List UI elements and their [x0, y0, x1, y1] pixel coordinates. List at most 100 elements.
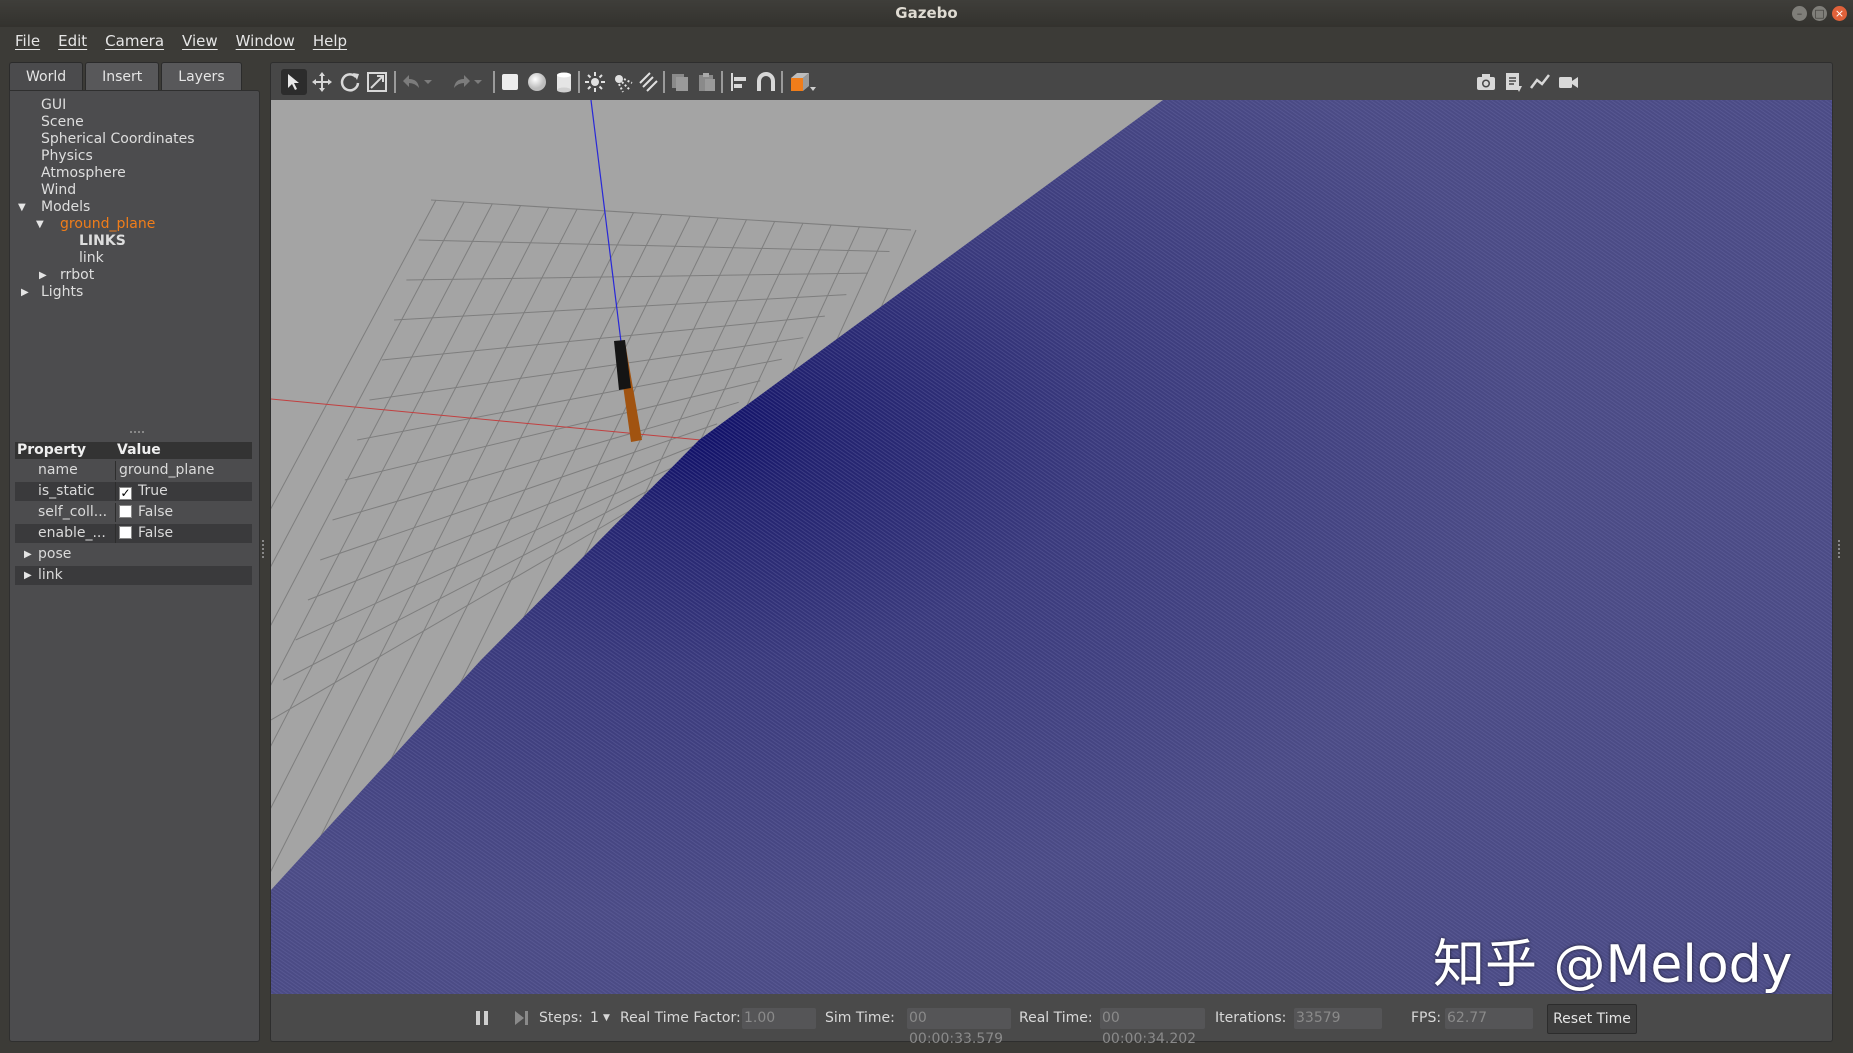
- view-angle-icon[interactable]: [786, 69, 818, 95]
- left-panel: World Insert Layers GUI Scene Spherical …: [9, 62, 260, 1042]
- title-bar: Gazebo – □ ×: [0, 0, 1853, 27]
- fps-field: 62.77: [1445, 1008, 1533, 1029]
- tree-item-physics[interactable]: Physics: [12, 148, 257, 165]
- scene-render: [271, 100, 1832, 994]
- log-icon[interactable]: [1500, 69, 1526, 95]
- window-title: Gazebo: [895, 4, 958, 22]
- property-value-cell: False: [115, 503, 252, 522]
- tree-item-label: rrbot: [60, 267, 95, 283]
- expand-right-icon[interactable]: ▶: [39, 267, 47, 284]
- iterations-field: 33579: [1294, 1008, 1382, 1029]
- redo-history-icon[interactable]: [471, 69, 485, 95]
- checkbox-icon[interactable]: [119, 526, 132, 539]
- maximize-icon[interactable]: □: [1812, 6, 1827, 21]
- property-section-link[interactable]: ▶ link: [15, 566, 252, 585]
- tree-item-label: Models: [41, 199, 91, 215]
- expand-down-icon[interactable]: ▼: [36, 216, 44, 233]
- close-icon[interactable]: ×: [1832, 6, 1847, 21]
- tree-item-link[interactable]: link: [12, 250, 257, 267]
- expand-down-icon[interactable]: ▼: [18, 199, 26, 216]
- toolbar: [270, 62, 1833, 100]
- property-name: is_static: [38, 483, 95, 499]
- watermark-text: 知乎 @Melody: [1433, 935, 1793, 994]
- cylinder-shape-icon[interactable]: [551, 69, 577, 95]
- step-icon[interactable]: [513, 994, 529, 1042]
- status-bar: Steps: 1 ▼ Real Time Factor: 1.00 Sim Ti…: [270, 994, 1833, 1047]
- tab-world[interactable]: World: [9, 62, 84, 90]
- menu-edit[interactable]: Edit: [55, 32, 90, 50]
- tree-item-label: Lights: [41, 284, 84, 300]
- steps-value[interactable]: 1: [590, 994, 599, 1042]
- expand-right-icon[interactable]: ▶: [24, 545, 32, 564]
- panel-resize-handle[interactable]: [130, 431, 144, 435]
- tree-item-label: link: [79, 250, 104, 266]
- reset-time-button[interactable]: Reset Time: [1547, 1004, 1637, 1034]
- menu-view[interactable]: View: [179, 32, 221, 50]
- rtf-label: Real Time Factor:: [620, 1010, 741, 1026]
- box-shape-icon[interactable]: [497, 69, 523, 95]
- header-value: Value: [117, 442, 161, 458]
- tab-insert[interactable]: Insert: [85, 62, 160, 90]
- splitter-handle[interactable]: [262, 540, 265, 558]
- select-mode-icon[interactable]: [281, 69, 307, 95]
- world-panel: GUI Scene Spherical Coordinates Physics …: [9, 90, 260, 1042]
- checkbox-icon[interactable]: [119, 505, 132, 518]
- tree-item-label: ground_plane: [60, 216, 156, 232]
- property-section-pose[interactable]: ▶ pose: [15, 545, 252, 564]
- section-label: pose: [38, 546, 72, 562]
- minimize-icon[interactable]: –: [1792, 6, 1807, 21]
- toolbar-separator: [721, 71, 723, 93]
- menu-window[interactable]: Window: [233, 32, 298, 50]
- tree-item-lights[interactable]: ▶ Lights: [12, 284, 257, 301]
- directional-light-icon[interactable]: [636, 69, 662, 95]
- tree-item-ground-plane[interactable]: ▼ ground_plane: [12, 216, 257, 233]
- property-table-header: Property Value: [15, 442, 252, 459]
- tree-item-rrbot[interactable]: ▶ rrbot: [12, 267, 257, 284]
- steps-dropdown-icon[interactable]: ▼: [603, 994, 610, 1042]
- tree-item-spherical-coordinates[interactable]: Spherical Coordinates: [12, 131, 257, 148]
- screenshot-icon[interactable]: [1473, 69, 1499, 95]
- checkbox-checked-icon[interactable]: ✓: [119, 487, 132, 500]
- snap-icon[interactable]: [753, 69, 779, 95]
- rotate-mode-icon[interactable]: [337, 69, 363, 95]
- expand-right-icon[interactable]: ▶: [24, 566, 32, 585]
- undo-history-icon[interactable]: [421, 69, 435, 95]
- toolbar-separator: [394, 71, 396, 93]
- tab-layers[interactable]: Layers: [161, 62, 242, 90]
- pause-icon[interactable]: [475, 994, 489, 1042]
- tree-item-atmosphere[interactable]: Atmosphere: [12, 165, 257, 182]
- expand-right-icon[interactable]: ▶: [21, 284, 29, 301]
- tree-item-wind[interactable]: Wind: [12, 182, 257, 199]
- align-icon[interactable]: [726, 69, 752, 95]
- point-light-icon[interactable]: [582, 69, 608, 95]
- spot-light-icon[interactable]: [609, 69, 635, 95]
- translate-mode-icon[interactable]: [309, 69, 335, 95]
- property-value-cell: False: [115, 524, 252, 543]
- toolbar-separator: [663, 71, 665, 93]
- scene-viewport[interactable]: 知乎 @Melody: [270, 100, 1833, 994]
- scale-mode-icon[interactable]: [364, 69, 390, 95]
- menu-file[interactable]: File: [12, 32, 43, 50]
- real-time-field: 00 00:00:34.202: [1100, 1008, 1205, 1047]
- tree-item-gui[interactable]: GUI: [12, 97, 257, 114]
- sim-time-field: 00 00:00:33.579: [907, 1008, 1011, 1047]
- world-tree: GUI Scene Spherical Coordinates Physics …: [12, 97, 257, 301]
- menu-bar: File Edit Camera View Window Help: [0, 27, 1853, 55]
- splitter-handle-right[interactable]: [1838, 540, 1841, 558]
- tree-item-label: LINKS: [79, 233, 126, 249]
- fps-label: FPS:: [1411, 1010, 1442, 1026]
- paste-icon[interactable]: [694, 69, 720, 95]
- menu-help[interactable]: Help: [310, 32, 350, 50]
- property-row-enable-wind: enable_... False: [15, 524, 252, 543]
- property-value: False: [138, 525, 174, 541]
- copy-icon[interactable]: [667, 69, 693, 95]
- record-video-icon[interactable]: [1555, 69, 1581, 95]
- menu-camera[interactable]: Camera: [102, 32, 167, 50]
- toolbar-separator: [493, 71, 495, 93]
- tree-item-scene[interactable]: Scene: [12, 114, 257, 131]
- sphere-shape-icon[interactable]: [524, 69, 550, 95]
- property-row-self-collide: self_coll... False: [15, 503, 252, 522]
- property-value[interactable]: ground_plane: [115, 461, 252, 480]
- plot-icon[interactable]: [1527, 69, 1553, 95]
- tree-item-models[interactable]: ▼ Models: [12, 199, 257, 216]
